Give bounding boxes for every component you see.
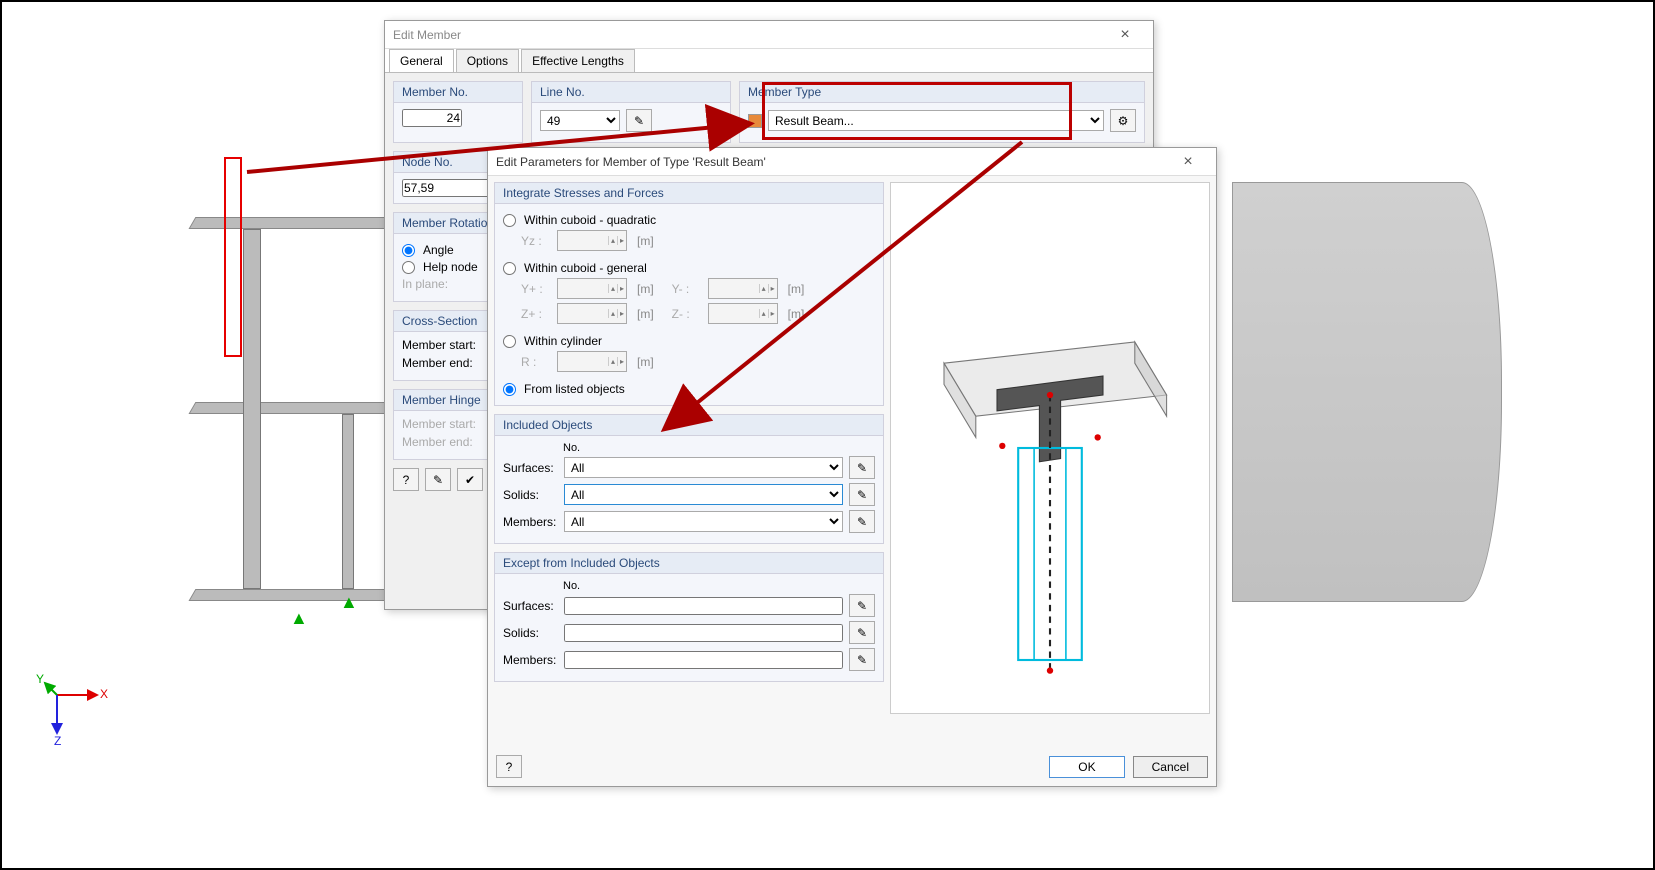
support-icon: ▲ <box>290 608 308 629</box>
pick-icon[interactable]: ✎ <box>626 109 652 132</box>
group-line-no: Line No. <box>532 82 730 103</box>
node-no-field[interactable] <box>402 179 497 197</box>
edit-icon[interactable]: ✎ <box>425 468 451 491</box>
r-label: R : <box>521 355 551 369</box>
column <box>342 414 354 589</box>
yp-spinner[interactable]: ▴▸ <box>557 278 627 299</box>
yz-spinner[interactable]: ▴▸ <box>557 230 627 251</box>
member-type-select[interactable]: Result Beam... <box>768 110 1104 131</box>
help-icon[interactable]: ? <box>496 755 522 778</box>
in-plane-label: In plane: <box>402 277 462 291</box>
cs-end-label: Member end: <box>402 356 473 370</box>
column <box>243 229 261 589</box>
pick-surfaces-icon[interactable]: ✎ <box>849 456 875 479</box>
general-label: Within cuboid - general <box>524 261 647 275</box>
help-node-label: Help node <box>423 260 478 274</box>
group-included: Included Objects <box>495 415 883 436</box>
support-icon: ▲ <box>340 592 358 613</box>
cylinder-radio[interactable] <box>503 335 516 348</box>
listed-label: From listed objects <box>524 382 625 396</box>
edit-parameters-dialog: Edit Parameters for Member of Type 'Resu… <box>487 147 1217 787</box>
cs-start-label: Member start: <box>402 338 476 352</box>
coordinate-axes: X Y Z <box>42 675 112 748</box>
quadratic-label: Within cuboid - quadratic <box>524 213 656 227</box>
group-member-type: Member Type <box>740 82 1144 103</box>
preview-svg <box>891 183 1209 713</box>
hinge-end-label: Member end: <box>402 435 473 449</box>
ym-spinner[interactable]: ▴▸ <box>708 278 778 299</box>
ok-button[interactable]: OK <box>1049 756 1124 778</box>
yz-label: Yz : <box>521 234 551 248</box>
solids-label: Solids: <box>503 488 558 502</box>
zp-spinner[interactable]: ▴▸ <box>557 303 627 324</box>
hinge-start-label: Member start: <box>402 417 476 431</box>
members-select[interactable]: All <box>564 511 843 532</box>
tabs: General Options Effective Lengths <box>385 49 1153 73</box>
close-icon[interactable]: × <box>1105 26 1145 44</box>
no-header: No. <box>503 580 875 592</box>
members-label: Members: <box>503 515 558 529</box>
angle-label: Angle <box>423 243 454 257</box>
group-member-no: Member No. <box>394 82 522 103</box>
ex-solids-field[interactable] <box>564 624 843 642</box>
pick-solids-icon[interactable]: ✎ <box>849 483 875 506</box>
close-icon[interactable]: × <box>1168 153 1208 171</box>
preview-pane[interactable] <box>890 182 1210 714</box>
group-integrate: Integrate Stresses and Forces <box>495 183 883 204</box>
pick-ex-members-icon[interactable]: ✎ <box>849 648 875 671</box>
ex-members-field[interactable] <box>564 651 843 669</box>
ex-surfaces-field[interactable] <box>564 597 843 615</box>
quadratic-radio[interactable] <box>503 214 516 227</box>
line-no-select[interactable]: 49 <box>540 110 620 131</box>
help-node-radio[interactable] <box>402 261 415 274</box>
dialog-title: Edit Member <box>393 28 1105 42</box>
cylinder-solid <box>1232 182 1502 602</box>
no-header: No. <box>503 442 875 454</box>
ex-surfaces-label: Surfaces: <box>503 599 558 613</box>
cylinder-label: Within cylinder <box>524 334 602 348</box>
yp-label: Y+ : <box>521 282 551 296</box>
dialog-title: Edit Parameters for Member of Type 'Resu… <box>496 155 1168 169</box>
tab-effective-lengths[interactable]: Effective Lengths <box>521 49 635 72</box>
zm-label: Z- : <box>672 307 702 321</box>
angle-radio[interactable] <box>402 244 415 257</box>
surfaces-select[interactable]: All <box>564 457 843 478</box>
pick-ex-surfaces-icon[interactable]: ✎ <box>849 594 875 617</box>
check-icon[interactable]: ✔ <box>457 468 483 491</box>
pick-members-icon[interactable]: ✎ <box>849 510 875 533</box>
ex-members-label: Members: <box>503 653 558 667</box>
r-spinner[interactable]: ▴▸ <box>557 351 627 372</box>
type-settings-icon[interactable]: ⚙ <box>1110 109 1136 132</box>
cancel-button[interactable]: Cancel <box>1133 756 1208 778</box>
ex-solids-label: Solids: <box>503 626 558 640</box>
wireframe-member <box>224 157 242 357</box>
surfaces-label: Surfaces: <box>503 461 558 475</box>
group-except: Except from Included Objects <box>495 553 883 574</box>
axis-x-label: X <box>100 687 108 701</box>
zm-spinner[interactable]: ▴▸ <box>708 303 778 324</box>
ym-label: Y- : <box>672 282 702 296</box>
axis-z-label: Z <box>54 734 61 748</box>
member-no-field[interactable] <box>402 109 462 127</box>
zp-label: Z+ : <box>521 307 551 321</box>
general-radio[interactable] <box>503 262 516 275</box>
help-icon[interactable]: ? <box>393 468 419 491</box>
pick-ex-solids-icon[interactable]: ✎ <box>849 621 875 644</box>
tab-options[interactable]: Options <box>456 49 519 72</box>
solids-select[interactable]: All <box>564 484 843 505</box>
type-color-swatch <box>748 114 762 128</box>
tab-general[interactable]: General <box>389 49 454 72</box>
listed-radio[interactable] <box>503 383 516 396</box>
axis-y-label: Y <box>36 672 44 686</box>
